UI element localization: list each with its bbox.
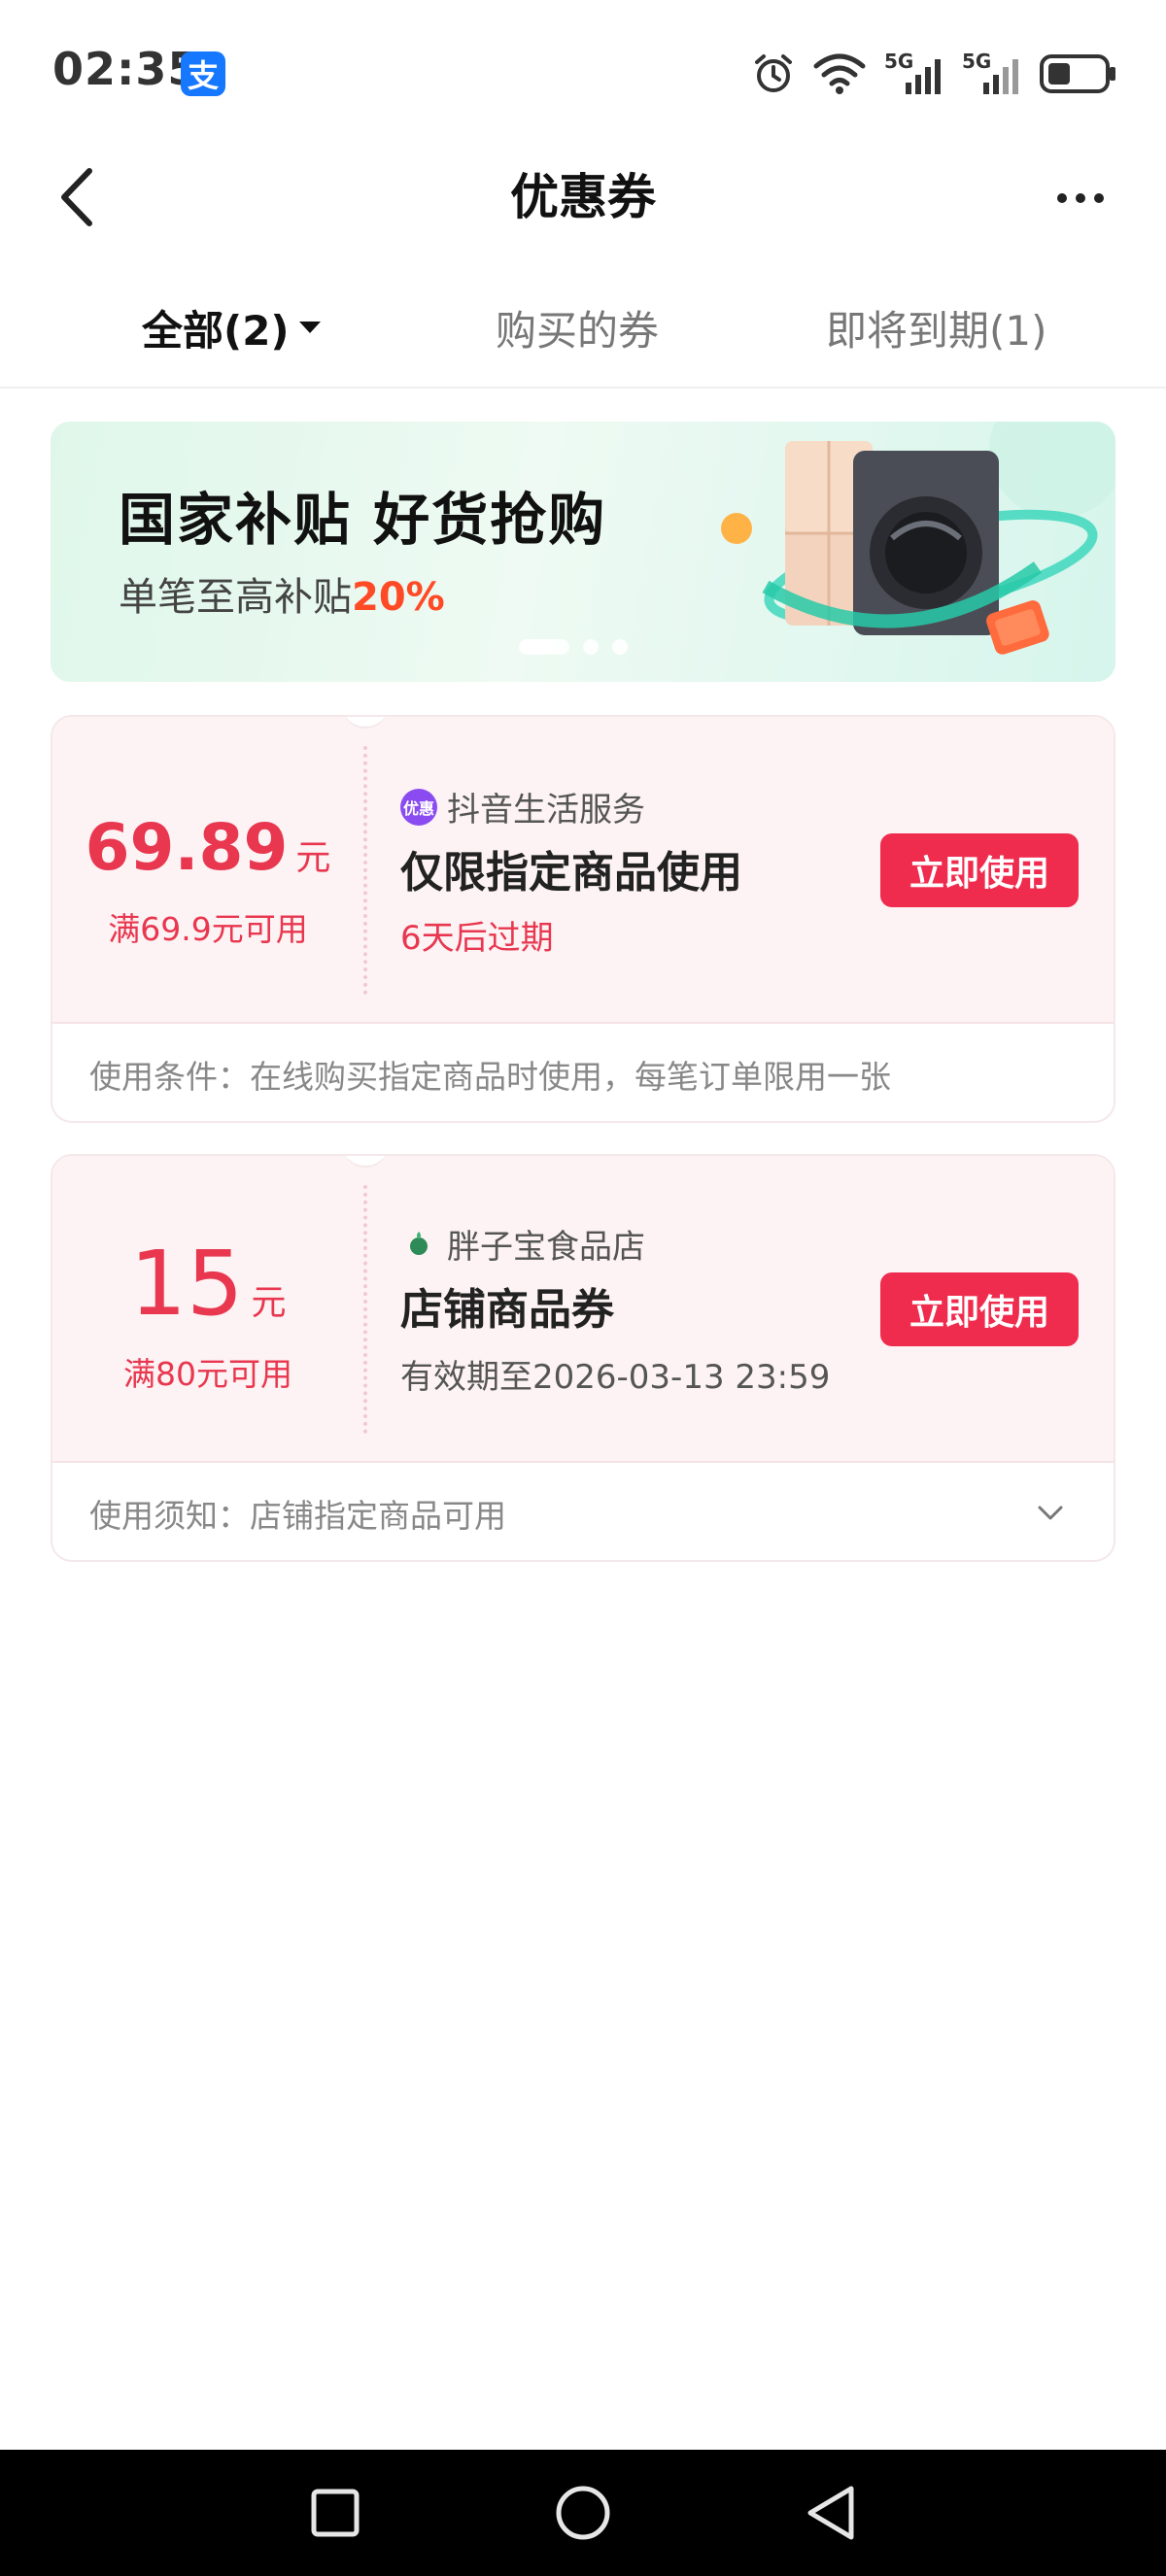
shop-logo-icon: [410, 1231, 428, 1255]
recent-apps-button[interactable]: [301, 2479, 369, 2547]
circle-icon: [556, 2486, 610, 2540]
subsidy-banner[interactable]: 国家补贴 好货抢购 单笔至高补贴20%: [51, 422, 1115, 682]
banner-title: 国家补贴 好货抢购: [119, 487, 607, 553]
merchant-logo-icon: 优惠: [400, 788, 437, 826]
use-now-button[interactable]: 立即使用: [880, 833, 1079, 907]
tab-purchased[interactable]: 购买的券: [496, 296, 659, 358]
appliances-illustration: [721, 422, 1115, 655]
merchant-row: 胖子宝食品店: [400, 1220, 645, 1268]
page-title: 优惠券: [510, 169, 656, 225]
square-icon: [311, 2489, 360, 2537]
coupon-threshold: 满69.9元可用: [108, 910, 308, 948]
merchant-name: 胖子宝食品店: [447, 1228, 645, 1267]
status-time: 02:35: [52, 43, 200, 95]
merchant-row: 优惠 抖音生活服务: [400, 783, 645, 830]
coupon-amount-row: 69.89 元: [52, 810, 363, 885]
ticket-divider: [363, 1185, 367, 1434]
tab-all-label: 全部(2): [142, 306, 290, 355]
tab-all[interactable]: 全部(2): [142, 296, 321, 358]
tab-expiring-label: 即将到期(1): [826, 306, 1047, 355]
coupon-main: 69.89 元 满69.9元可用 优惠 抖音生活服务 仅限指定商品使用 6天后过…: [52, 717, 1114, 1024]
home-button[interactable]: [549, 2479, 617, 2547]
coupon-threshold: 满80元可用: [123, 1355, 292, 1393]
more-dot-icon: [1094, 193, 1104, 203]
carousel-dot: [583, 639, 599, 655]
carousel-dot: [612, 639, 628, 655]
tab-purchased-label: 购买的券: [496, 306, 660, 355]
coupon-name: 仅限指定商品使用: [400, 848, 742, 898]
merchant-logo-text: 优惠: [402, 798, 434, 818]
system-navigation-bar: [0, 2450, 1166, 2576]
coupon-main: 15 元 满80元可用 胖子宝食品店 店铺商品券 有效期至2026-03-13 …: [52, 1156, 1114, 1463]
battery-icon: [1040, 54, 1115, 93]
caret-down-icon: [298, 322, 321, 333]
wifi-icon: [813, 53, 866, 94]
signal-5g-icon: 5G: [884, 50, 944, 98]
status-bar: 02:35 支 5G 5G: [0, 0, 1166, 146]
coupon-amount-row: 15 元: [52, 1232, 363, 1336]
use-now-button[interactable]: 立即使用: [880, 1272, 1079, 1346]
coupon-unit: 元: [251, 1283, 287, 1323]
coupon-conditions: 使用条件：在线购买指定商品时使用，每笔订单限用一张: [52, 1024, 1114, 1121]
alipay-app-icon: 支: [181, 51, 225, 96]
more-dot-icon: [1057, 193, 1067, 203]
nav-bar: 优惠券: [0, 146, 1166, 253]
coupon-conditions: 使用须知：店铺指定商品可用: [52, 1463, 1114, 1560]
carousel-dot-active: [519, 639, 569, 655]
merchant-name: 抖音生活服务: [447, 791, 645, 830]
more-options-button[interactable]: [1042, 171, 1119, 225]
chevron-down-icon[interactable]: [1036, 1498, 1065, 1527]
coupon-card[interactable]: 15 元 满80元可用 胖子宝食品店 店铺商品券 有效期至2026-03-13 …: [51, 1154, 1115, 1562]
more-dot-icon: [1076, 193, 1085, 203]
signal-5g-icon-2: 5G: [962, 50, 1022, 98]
banner-subtitle: 单笔至高补贴20%: [119, 565, 445, 622]
coupon-condition-text: 使用须知：店铺指定商品可用: [89, 1497, 506, 1535]
coupon-amount: 69.89: [85, 810, 289, 885]
status-icons: 5G 5G: [752, 47, 1117, 101]
coupon-value-stub: 69.89 元 满69.9元可用: [52, 717, 363, 1024]
triangle-back-icon: [807, 2486, 854, 2540]
filter-tabs: 全部(2) 购买的券 即将到期(1): [0, 282, 1166, 389]
coupon-condition-text: 使用条件：在线购买指定商品时使用，每笔订单限用一张: [89, 1058, 891, 1096]
coupon-expiry: 6天后过期: [400, 919, 554, 958]
coupon-value-stub: 15 元 满80元可用: [52, 1156, 363, 1463]
tab-expiring-soon[interactable]: 即将到期(1): [826, 296, 1047, 358]
carousel-indicator: [519, 639, 628, 655]
back-nav-button[interactable]: [797, 2479, 865, 2547]
coupon-expiry: 有效期至2026-03-13 23:59: [400, 1358, 831, 1397]
coupon-name: 店铺商品券: [400, 1285, 614, 1335]
banner-subtitle-highlight: 20%: [352, 575, 445, 620]
coupon-card[interactable]: 69.89 元 满69.9元可用 优惠 抖音生活服务 仅限指定商品使用 6天后过…: [51, 715, 1115, 1123]
banner-subtitle-prefix: 单笔至高补贴: [119, 575, 352, 620]
ticket-divider: [363, 746, 367, 995]
coupon-unit: 元: [295, 838, 331, 878]
coupon-amount: 15: [129, 1232, 244, 1336]
alarm-icon: [755, 54, 792, 92]
